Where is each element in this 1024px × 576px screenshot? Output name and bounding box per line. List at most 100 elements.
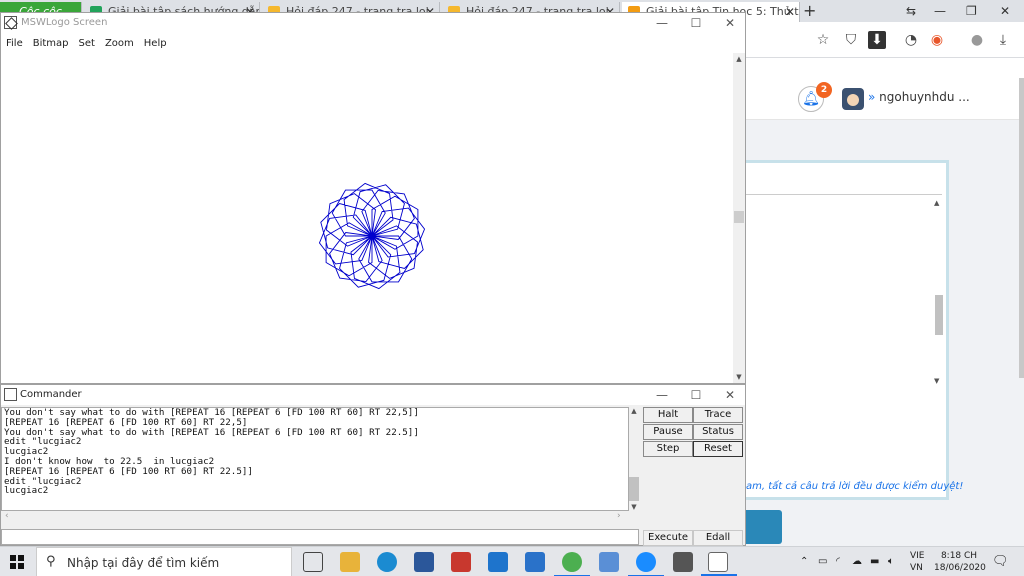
windows-start-icon[interactable]	[10, 555, 24, 569]
notification-badge: 2	[816, 82, 832, 98]
scroll-up-icon[interactable]: ▲	[733, 53, 745, 65]
star-icon[interactable]: ☆	[814, 31, 832, 49]
office-icon[interactable]	[451, 552, 471, 572]
close-icon[interactable]: ✕	[715, 15, 745, 31]
notification-center-icon[interactable]: 🗨︎	[992, 547, 1009, 576]
window-title: MSWLogo Screen	[21, 17, 108, 28]
scroll-up-icon[interactable]: ▲	[629, 407, 639, 415]
turtle-drawing	[318, 182, 426, 290]
canvas-scrollbar[interactable]: ▲ ▼	[733, 53, 745, 383]
step-button[interactable]: Step	[643, 441, 693, 457]
clock-date: 18/06/2020	[934, 563, 986, 573]
close-tab-icon[interactable]: ✕	[785, 2, 795, 22]
onedrive-icon[interactable]: ☁	[852, 547, 862, 576]
minimize-icon[interactable]: —	[647, 15, 677, 31]
trace-button[interactable]: Trace	[693, 407, 743, 423]
search-icon: ⚲	[46, 554, 56, 569]
command-input[interactable]	[1, 529, 639, 545]
scroll-left-icon[interactable]: ‹	[5, 511, 9, 521]
mswlogo-app-icon	[4, 16, 17, 29]
scroll-up-icon[interactable]: ▲	[934, 199, 939, 207]
output-line: lucgiac2	[4, 485, 49, 497]
pause-button[interactable]: Pause	[643, 424, 693, 440]
commander-title: Commander	[20, 389, 82, 400]
lang-code: VIE	[910, 551, 925, 561]
scroll-down-icon[interactable]: ▼	[733, 371, 745, 383]
task-view-icon[interactable]	[303, 552, 323, 572]
menu-set[interactable]: Set	[74, 35, 100, 53]
username-label[interactable]: » ngohuynhdu ...	[868, 90, 970, 104]
reset-button[interactable]: Reset	[693, 441, 743, 457]
search-placeholder: Nhập tại đây để tìm kiếm	[67, 556, 220, 570]
tray-chevron-icon[interactable]: ⌃	[800, 547, 808, 576]
scroll-thumb[interactable]	[734, 211, 744, 223]
input-language[interactable]: VIE VN	[910, 550, 925, 574]
extension-icon[interactable]: ◉	[928, 31, 946, 49]
tray-note-icon[interactable]: ▭	[818, 547, 827, 576]
commander-window: Commander — ☐ ✕ You don't say what to do…	[0, 384, 746, 546]
edall-button[interactable]: Edall	[693, 530, 743, 546]
commander-titlebar[interactable]: Commander — ☐ ✕	[1, 385, 745, 405]
download-icon[interactable]: ⬇	[868, 31, 886, 49]
file-explorer-icon[interactable]	[340, 552, 360, 572]
maximize-icon[interactable]: ☐	[681, 15, 711, 31]
shield-icon[interactable]: ⛉	[842, 31, 860, 49]
page-scrollbar[interactable]	[1019, 78, 1024, 378]
volume-icon[interactable]: 🔈︎	[888, 547, 894, 576]
scroll-down-icon[interactable]: ▼	[934, 377, 939, 385]
commander-output[interactable]: You don't say what to do with [REPEAT 16…	[1, 407, 629, 511]
moderation-note: am, tất cả câu trả lời đều được kiểm duy…	[746, 481, 964, 492]
coccoc-browser-icon[interactable]	[554, 552, 590, 576]
output-scrollbar[interactable]: ▲ ▼	[629, 407, 639, 511]
battery-icon[interactable]: ▬	[870, 547, 879, 576]
status-button[interactable]: Status	[693, 424, 743, 440]
store-icon[interactable]	[525, 552, 545, 572]
mail-icon[interactable]	[488, 552, 508, 572]
taskbar-clock[interactable]: 8:18 CH 18/06/2020	[934, 550, 986, 574]
browser-toolbar: ☆ ⛉ ⬇ ◔ ◉ ● ⤓	[746, 22, 1024, 58]
wifi-icon[interactable]: ◜	[836, 547, 840, 576]
downloads-bar-icon[interactable]: ⤓	[994, 31, 1012, 49]
menu-zoom[interactable]: Zoom	[100, 35, 139, 53]
zalo-icon[interactable]	[628, 552, 664, 576]
scroll-down-icon[interactable]: ▼	[629, 503, 639, 511]
scroll-thumb[interactable]	[935, 295, 943, 335]
restore-icon[interactable]: ❐	[966, 0, 977, 22]
menu-bitmap[interactable]: Bitmap	[28, 35, 74, 53]
word-icon[interactable]	[414, 552, 434, 572]
page-header: 🔔︎ 2 » ngohuynhdu ...	[746, 58, 1024, 120]
calculator-icon[interactable]	[673, 552, 693, 572]
answer-panel: ▲ ▼ am, tất cả câu trả lời đều được kiểm…	[746, 160, 963, 500]
minimize-icon[interactable]: —	[647, 387, 677, 403]
speed-dial-icon[interactable]: ◔	[902, 31, 920, 49]
menu-file[interactable]: File	[1, 35, 28, 53]
scroll-right-icon[interactable]: ›	[617, 511, 621, 521]
new-tab-button[interactable]: +	[803, 0, 816, 22]
avatar[interactable]	[842, 88, 864, 110]
output-hscrollbar[interactable]: ‹ ›	[1, 511, 629, 523]
profile-icon[interactable]: ●	[968, 31, 986, 49]
commander-app-icon	[4, 388, 17, 401]
close-icon[interactable]: ✕	[715, 387, 745, 403]
app-icon[interactable]	[599, 552, 619, 572]
mswlogo-taskbar-icon[interactable]	[701, 552, 737, 576]
mswlogo-titlebar[interactable]: MSWLogo Screen — ☐ ✕	[1, 13, 745, 33]
drawing-canvas[interactable]	[1, 53, 735, 383]
execute-button[interactable]: Execute	[643, 530, 693, 546]
clock-time: 8:18 CH	[940, 551, 978, 561]
scroll-thumb[interactable]	[629, 477, 639, 501]
maximize-icon[interactable]: ☐	[681, 387, 711, 403]
answer-input[interactable]	[746, 167, 942, 195]
submit-button[interactable]	[746, 510, 782, 544]
web-page: 🔔︎ 2 » ngohuynhdu ... ▲ ▼ am, tất cả câu…	[746, 58, 1024, 546]
taskbar-search[interactable]: ⚲ Nhập tại đây để tìm kiếm	[36, 547, 292, 576]
edge-icon[interactable]	[377, 552, 397, 572]
tab-list-icon[interactable]: ⇆	[906, 0, 916, 22]
panel-scrollbar[interactable]: ▲ ▼	[934, 199, 944, 385]
close-icon[interactable]: ✕	[1000, 0, 1010, 22]
menu-help[interactable]: Help	[139, 35, 172, 53]
output-line: You don't say what to do with [REPEAT 16…	[4, 426, 419, 438]
minimize-icon[interactable]: —	[934, 0, 946, 22]
chevron-down-icon: »	[868, 90, 876, 104]
halt-button[interactable]: Halt	[643, 407, 693, 423]
